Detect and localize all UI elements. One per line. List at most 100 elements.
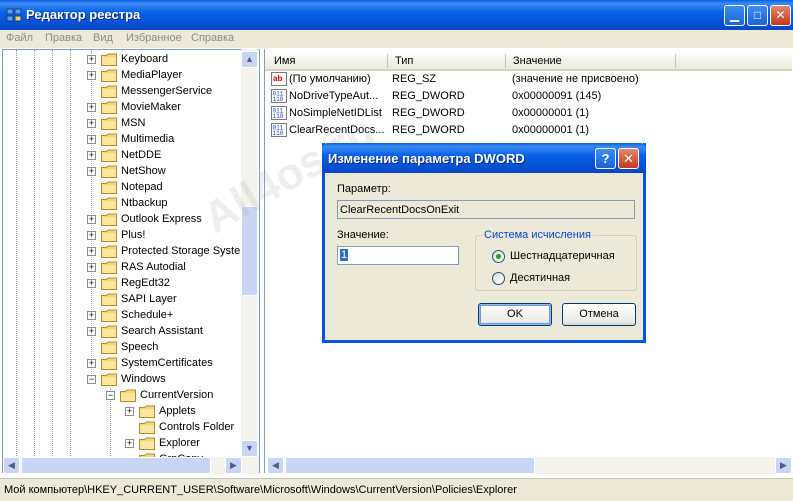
tree-item[interactable]: + SystemCertificates <box>3 356 259 372</box>
folder-icon <box>101 293 117 306</box>
expand-icon[interactable]: + <box>87 231 96 240</box>
expand-icon[interactable]: + <box>87 247 96 256</box>
radio-decimal[interactable] <box>492 272 505 285</box>
radio-decimal-label[interactable]: Десятичная <box>510 272 570 284</box>
scroll-thumb[interactable] <box>285 457 535 474</box>
menu-file[interactable]: Файл <box>6 32 33 44</box>
tree-item[interactable]: + Schedule+ <box>3 308 259 324</box>
tree-item[interactable]: − CurrentVersion <box>3 388 259 404</box>
expand-icon[interactable]: + <box>125 407 134 416</box>
column-divider[interactable] <box>505 54 506 68</box>
expand-icon[interactable]: + <box>87 311 96 320</box>
folder-icon <box>101 117 117 130</box>
title-bar: Редактор реестра ▁ □ ✕ <box>0 0 793 30</box>
tree-item[interactable]: + Plus! <box>3 228 259 244</box>
scroll-left-button[interactable]: ◀ <box>3 457 20 474</box>
tree-item[interactable]: − Windows <box>3 372 259 388</box>
folder-icon <box>101 149 117 162</box>
expand-icon[interactable]: + <box>87 71 96 80</box>
tree-item[interactable]: + Search Assistant <box>3 324 259 340</box>
scroll-right-button[interactable]: ▶ <box>225 457 242 474</box>
tree-item[interactable]: MessengerService <box>3 84 259 100</box>
list-header: Имя Тип Значение <box>265 51 792 71</box>
column-header-type[interactable]: Тип <box>395 55 413 67</box>
tree-item[interactable]: + Protected Storage Syste <box>3 244 259 260</box>
list-cell-name: NoSimpleNetIDList <box>289 107 382 119</box>
expand-icon[interactable]: + <box>87 103 96 112</box>
minimize-button[interactable]: ▁ <box>724 5 745 26</box>
expand-icon[interactable]: + <box>87 55 96 64</box>
folder-icon <box>101 53 117 66</box>
expand-icon[interactable]: + <box>87 151 96 160</box>
radio-hexadecimal[interactable] <box>492 250 505 263</box>
expand-icon[interactable]: + <box>125 439 134 448</box>
column-header-name[interactable]: Имя <box>274 55 295 67</box>
collapse-icon[interactable]: − <box>87 375 96 384</box>
collapse-icon[interactable]: − <box>106 391 115 400</box>
maximize-button[interactable]: □ <box>747 5 768 26</box>
tree-vertical-scrollbar[interactable]: ▲ ▼ <box>241 49 258 457</box>
ok-button[interactable]: OK <box>478 303 552 326</box>
expand-icon[interactable]: + <box>87 359 96 368</box>
scroll-left-button[interactable]: ◀ <box>267 457 284 474</box>
cancel-button[interactable]: Отмена <box>562 303 636 326</box>
tree-item[interactable]: Ntbackup <box>3 196 259 212</box>
radio-hexadecimal-label[interactable]: Шестнадцатеричная <box>510 250 615 262</box>
tree-item-label: RAS Autodial <box>121 261 186 273</box>
expand-icon[interactable]: + <box>87 119 96 128</box>
tree-item[interactable]: + MSN <box>3 116 259 132</box>
column-divider[interactable] <box>387 54 388 68</box>
tree-horizontal-scrollbar[interactable]: ◀ ▶ <box>3 457 259 474</box>
expand-icon[interactable]: + <box>87 215 96 224</box>
list-item[interactable]: 011 110 ClearRecentDocs... REG_DWORD 0x00000… <box>265 122 792 139</box>
tree-item[interactable]: Speech <box>3 340 259 356</box>
tree-item[interactable]: + RegEdt32 <box>3 276 259 292</box>
tree-item[interactable]: + Applets <box>3 404 259 420</box>
list-item[interactable]: 011 110 NoSimpleNetIDList REG_DWORD 0x000000… <box>265 105 792 122</box>
tree-item[interactable]: SAPI Layer <box>3 292 259 308</box>
help-icon: ? <box>601 151 610 166</box>
menu-favorites[interactable]: Избранное <box>126 32 182 44</box>
expand-icon[interactable]: + <box>87 327 96 336</box>
tree-item[interactable]: + RAS Autodial <box>3 260 259 276</box>
tree-item[interactable]: + NetDDE <box>3 148 259 164</box>
tree-item[interactable]: + Keyboard <box>3 52 259 68</box>
value-label: Значение: <box>337 229 389 241</box>
expand-icon[interactable]: + <box>87 279 96 288</box>
tree-item[interactable]: Notepad <box>3 180 259 196</box>
dialog-title-bar: Изменение параметра DWORD ? ✕ <box>322 143 646 173</box>
help-button[interactable]: ? <box>595 148 616 169</box>
tree-item[interactable]: + MovieMaker <box>3 100 259 116</box>
menu-edit[interactable]: Правка <box>45 32 82 44</box>
tree-item[interactable]: + NetShow <box>3 164 259 180</box>
close-button[interactable]: ✕ <box>770 5 791 26</box>
tree-item[interactable]: + Explorer <box>3 436 259 452</box>
expand-icon[interactable]: + <box>87 263 96 272</box>
column-header-value[interactable]: Значение <box>513 55 562 67</box>
value-input[interactable]: 1 <box>337 246 459 265</box>
chevron-left-icon: ◀ <box>272 460 279 470</box>
tree-item[interactable]: + Multimedia <box>3 132 259 148</box>
scroll-thumb[interactable] <box>241 206 258 296</box>
tree-item[interactable]: Controls Folder <box>3 420 259 436</box>
expand-icon[interactable]: + <box>87 135 96 144</box>
list-item[interactable]: 011 110 NoDriveTypeAut... REG_DWORD 0x000000… <box>265 88 792 105</box>
registry-tree[interactable]: + Keyboard + MediaPlayer MessengerService + Mo… <box>2 49 260 473</box>
scroll-thumb[interactable] <box>21 457 211 474</box>
scroll-up-button[interactable]: ▲ <box>241 51 258 68</box>
list-cell-value: (значение не присвоено) <box>512 73 639 85</box>
list-item[interactable]: ab (По умолчанию) REG_SZ (значение не присв… <box>265 71 792 88</box>
column-divider[interactable] <box>675 54 676 68</box>
tree-item[interactable]: + Outlook Express <box>3 212 259 228</box>
menu-help[interactable]: Справка <box>191 32 234 44</box>
menu-view[interactable]: Вид <box>93 32 113 44</box>
tree-item-label: CurrentVersion <box>140 389 214 401</box>
dialog-close-button[interactable]: ✕ <box>618 148 639 169</box>
folder-icon <box>139 437 155 450</box>
expand-icon[interactable]: + <box>87 167 96 176</box>
list-horizontal-scrollbar[interactable]: ◀ ▶ <box>267 457 792 474</box>
string-value-icon: ab <box>271 72 287 86</box>
scroll-right-button[interactable]: ▶ <box>775 457 792 474</box>
scroll-down-button[interactable]: ▼ <box>241 440 258 457</box>
tree-item[interactable]: + MediaPlayer <box>3 68 259 84</box>
